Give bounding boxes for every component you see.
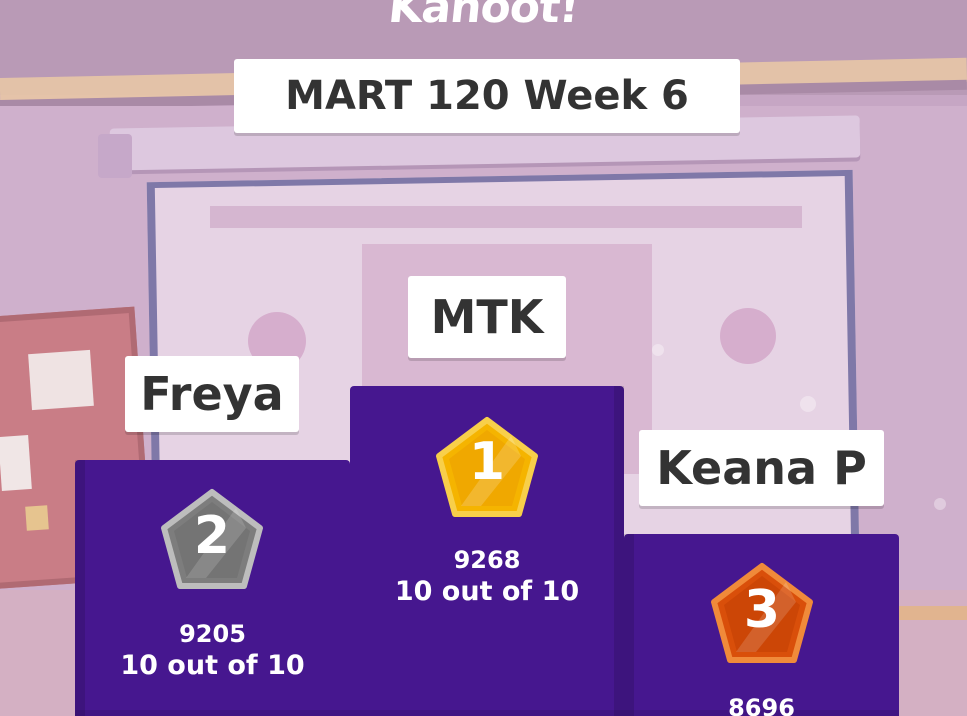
- kahoot-logo: Kahoot!: [385, 0, 582, 33]
- podium-shade: [624, 534, 634, 716]
- background-screen-roll-end: [98, 134, 132, 178]
- background-screen-bar: [210, 206, 802, 228]
- podium-screen: Kahoot! MART 120 Week 6 MTK 1 9268 10 ou…: [0, 0, 967, 716]
- third-place-rank: 3: [743, 580, 781, 640]
- first-place-podium: 1 9268 10 out of 10: [350, 386, 624, 716]
- second-place-correct: 10 out of 10: [120, 650, 305, 681]
- background-sparkle: [652, 344, 664, 356]
- third-place-score: 8696: [728, 694, 795, 716]
- quiz-title-plate: MART 120 Week 6: [234, 59, 740, 133]
- quiz-title: MART 120 Week 6: [285, 73, 689, 119]
- third-place-podium: 3 8696: [624, 534, 899, 716]
- second-place-podium: 2 9205 10 out of 10: [75, 460, 350, 716]
- first-place-name-plate: MTK: [408, 276, 566, 358]
- background-shelf: [888, 606, 967, 620]
- second-place-name: Freya: [140, 367, 284, 421]
- background-note: [25, 505, 49, 531]
- first-place-score: 9268: [453, 546, 521, 574]
- background-sparkle: [800, 396, 816, 412]
- third-place-name-plate: Keana P: [639, 430, 884, 506]
- background-note: [28, 349, 94, 411]
- first-place-correct: 10 out of 10: [394, 576, 580, 607]
- background-circle: [720, 308, 776, 364]
- third-place-stats: 8696: [624, 692, 899, 716]
- first-place-stats: 9268 10 out of 10: [350, 544, 624, 608]
- gold-medal-icon: 1: [431, 416, 543, 520]
- second-place-rank: 2: [193, 506, 231, 566]
- first-place-rank: 1: [468, 432, 506, 492]
- bronze-medal-icon: 3: [706, 562, 818, 666]
- background-sparkle: [934, 498, 946, 510]
- background-note: [0, 435, 32, 491]
- silver-medal-icon: 2: [156, 488, 268, 592]
- first-place-name: MTK: [430, 290, 544, 344]
- second-place-score: 9205: [179, 620, 246, 648]
- second-place-stats: 9205 10 out of 10: [75, 618, 350, 682]
- third-place-name: Keana P: [656, 441, 867, 495]
- second-place-name-plate: Freya: [125, 356, 299, 432]
